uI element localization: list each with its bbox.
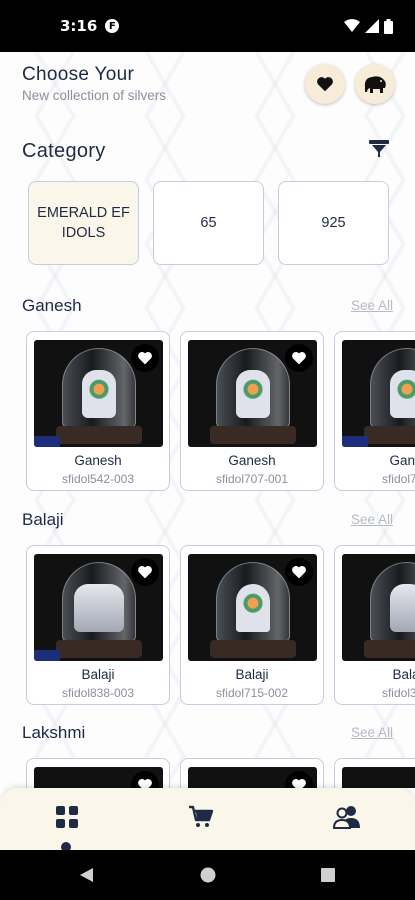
battery-icon <box>384 18 393 34</box>
favorite-toggle[interactable] <box>285 558 313 586</box>
section-title-lakshmi: Lakshmi <box>22 723 86 742</box>
heart-icon <box>138 778 152 788</box>
product-sku: sfidol710 <box>381 472 415 486</box>
product-image <box>34 767 163 788</box>
wifi-icon <box>344 19 360 32</box>
favorite-toggle[interactable] <box>285 771 313 788</box>
main-content[interactable]: Choose Your New collection of silvers Ca… <box>0 52 415 788</box>
product-name: Balaji <box>81 667 115 682</box>
favorite-toggle[interactable] <box>131 344 159 372</box>
product-sku: sfidol542-003 <box>61 472 135 486</box>
product-list-lakshmi[interactable] <box>26 758 415 788</box>
product-card[interactable]: Ganesh sfidol707-001 <box>180 331 324 491</box>
product-list-balaji[interactable]: Balaji sfidol838-003 Balaji sfidol715-00… <box>26 545 415 705</box>
product-card[interactable]: Balaji sfidol715-002 <box>180 545 324 705</box>
back-icon[interactable] <box>78 867 94 883</box>
category-chip-label: EMERALD EF IDOLS <box>37 205 130 241</box>
brand-logo-button[interactable] <box>355 64 395 104</box>
product-name: Bala <box>392 667 415 682</box>
see-all-ganesh-link[interactable]: See All <box>351 298 393 313</box>
heart-icon <box>317 77 333 92</box>
status-time: 3:16 <box>60 17 98 35</box>
category-chip-65[interactable]: 65 <box>153 181 264 265</box>
system-nav-bar <box>0 850 415 900</box>
category-list: EMERALD EF IDOLS 65 925 <box>28 181 389 265</box>
product-image <box>188 767 317 788</box>
cart-icon <box>189 805 214 827</box>
heart-icon <box>292 565 306 579</box>
heart-icon <box>292 351 306 365</box>
section-title-balaji: Balaji <box>22 510 64 529</box>
status-bar: 3:16 F <box>0 0 415 52</box>
grid-icon <box>56 806 78 828</box>
nav-profile-button[interactable] <box>332 802 362 832</box>
product-card[interactable]: Ganesh sfidol542-003 <box>26 331 170 491</box>
product-sku: sfidol707-001 <box>215 472 289 486</box>
heart-icon <box>138 351 152 365</box>
see-all-balaji-link[interactable]: See All <box>351 512 393 527</box>
product-sku: sfidol838-003 <box>61 686 135 700</box>
heart-icon <box>138 565 152 579</box>
nav-cart-button[interactable] <box>186 802 216 832</box>
product-sku: sfidol317 <box>381 686 415 700</box>
page-title: Choose Your <box>22 64 135 85</box>
home-icon[interactable] <box>200 867 216 883</box>
product-card[interactable]: Gane sfidol710 <box>334 331 415 491</box>
product-image <box>188 340 317 447</box>
product-name: Gane <box>389 453 415 468</box>
see-all-lakshmi-link[interactable]: See All <box>351 725 393 740</box>
product-card[interactable] <box>334 758 415 788</box>
bottom-nav <box>0 788 415 852</box>
users-icon <box>333 806 360 829</box>
favorite-toggle[interactable] <box>285 344 313 372</box>
category-chip-label: 925 <box>321 215 346 231</box>
category-chip-emerald-ef-idols[interactable]: EMERALD EF IDOLS <box>28 181 139 265</box>
signal-icon <box>365 19 379 33</box>
filter-icon[interactable] <box>369 140 389 158</box>
category-chip-925[interactable]: 925 <box>278 181 389 265</box>
product-sku: sfidol715-002 <box>215 686 289 700</box>
product-image <box>342 340 415 447</box>
product-image <box>342 767 415 788</box>
elephant-logo-icon <box>364 76 386 93</box>
product-image <box>34 554 163 661</box>
product-image <box>342 554 415 661</box>
recents-icon[interactable] <box>320 867 336 883</box>
product-name: Ganesh <box>74 453 122 468</box>
product-card[interactable]: Balaji sfidol838-003 <box>26 545 170 705</box>
favorite-toggle[interactable] <box>131 558 159 586</box>
page-subtitle: New collection of silvers <box>22 88 167 103</box>
nav-home-button[interactable] <box>52 802 82 832</box>
category-chip-label: 65 <box>200 215 217 231</box>
favorites-button[interactable] <box>305 64 345 104</box>
product-card[interactable]: Bala sfidol317 <box>334 545 415 705</box>
product-image <box>34 340 163 447</box>
product-list-ganesh[interactable]: Ganesh sfidol542-003 Ganesh sfidol707-00… <box>26 331 415 491</box>
heart-icon <box>292 778 306 788</box>
product-name: Ganesh <box>228 453 276 468</box>
favorite-toggle[interactable] <box>131 771 159 788</box>
category-title: Category <box>22 140 106 162</box>
section-title-ganesh: Ganesh <box>22 296 82 315</box>
product-name: Balaji <box>235 667 269 682</box>
header: Choose Your New collection of silvers <box>22 64 166 103</box>
app-notification-icon: F <box>105 19 120 33</box>
product-card[interactable] <box>180 758 324 788</box>
product-image <box>188 554 317 661</box>
product-card[interactable] <box>26 758 170 788</box>
